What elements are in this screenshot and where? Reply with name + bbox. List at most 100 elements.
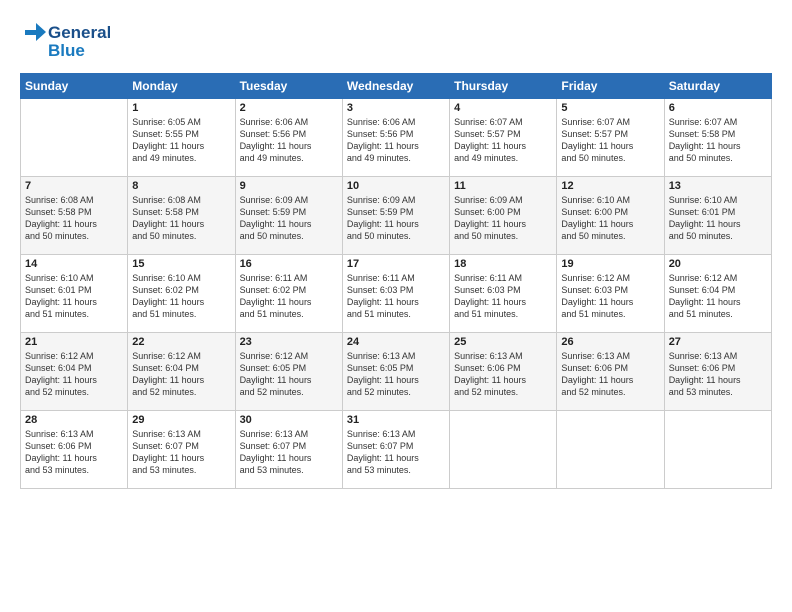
day-cell: 27 Sunrise: 6:13 AM Sunset: 6:06 PM Dayli… [664,333,771,411]
day-number: 14 [25,258,123,270]
day-cell: 24Sunrise: 6:13 AM Sunset: 6:05 PM Dayli… [342,333,449,411]
day-number: 9 [240,180,338,192]
svg-text:Blue: Blue [48,41,85,60]
day-number: 25 [454,336,552,348]
header-cell-saturday: Saturday [664,74,771,99]
day-cell: 26Sunrise: 6:13 AM Sunset: 6:06 PM Dayli… [557,333,664,411]
day-number: 27 [669,336,767,348]
page: GeneralBlue SundayMondayTuesdayWednesday… [0,0,792,612]
day-cell: 3 Sunrise: 6:06 AM Sunset: 5:56 PM Daylig… [342,99,449,177]
day-cell: 6Sunrise: 6:07 AM Sunset: 5:58 PM Daylig… [664,99,771,177]
logo-svg: GeneralBlue [20,18,110,63]
day-info: Sunrise: 6:08 AM Sunset: 5:58 PM Dayligh… [25,194,123,243]
header-cell-thursday: Thursday [450,74,557,99]
day-info: Sunrise: 6:13 AM Sunset: 6:06 PM Dayligh… [669,350,767,399]
day-cell: 13 Sunrise: 6:10 AM Sunset: 6:01 PM Dayli… [664,177,771,255]
header: GeneralBlue [20,18,772,63]
day-info: Sunrise: 6:13 AM Sunset: 6:06 PM Dayligh… [454,350,552,399]
day-number: 8 [132,180,230,192]
day-number: 7 [25,180,123,192]
day-number: 11 [454,180,552,192]
day-cell: 23 Sunrise: 6:12 AM Sunset: 6:05 PM Dayli… [235,333,342,411]
day-number: 3 [347,102,445,114]
day-info: Sunrise: 6:07 AM Sunset: 5:57 PM Dayligh… [454,116,552,165]
week-row-2: 7 Sunrise: 6:08 AM Sunset: 5:58 PM Daylig… [21,177,772,255]
day-cell: 7 Sunrise: 6:08 AM Sunset: 5:58 PM Daylig… [21,177,128,255]
day-info: Sunrise: 6:09 AM Sunset: 5:59 PM Dayligh… [240,194,338,243]
day-cell: 11 Sunrise: 6:09 AM Sunset: 6:00 PM Dayli… [450,177,557,255]
day-info: Sunrise: 6:07 AM Sunset: 5:57 PM Dayligh… [561,116,659,165]
day-info: Sunrise: 6:12 AM Sunset: 6:03 PM Dayligh… [561,272,659,321]
day-cell: 1 Sunrise: 6:05 AM Sunset: 5:55 PM Daylig… [128,99,235,177]
day-info: Sunrise: 6:13 AM Sunset: 6:06 PM Dayligh… [561,350,659,399]
day-number: 12 [561,180,659,192]
day-info: Sunrise: 6:10 AM Sunset: 6:00 PM Dayligh… [561,194,659,243]
day-info: Sunrise: 6:12 AM Sunset: 6:04 PM Dayligh… [669,272,767,321]
day-info: Sunrise: 6:13 AM Sunset: 6:06 PM Dayligh… [25,428,123,477]
day-cell: 16 Sunrise: 6:11 AM Sunset: 6:02 PM Dayli… [235,255,342,333]
day-cell: 8Sunrise: 6:08 AM Sunset: 5:58 PM Daylig… [128,177,235,255]
week-row-5: 28Sunrise: 6:13 AM Sunset: 6:06 PM Dayli… [21,411,772,489]
day-cell: 22 Sunrise: 6:12 AM Sunset: 6:04 PM Dayli… [128,333,235,411]
day-number: 29 [132,414,230,426]
day-number: 1 [132,102,230,114]
svg-text:General: General [48,23,110,42]
calendar-table: SundayMondayTuesdayWednesdayThursdayFrid… [20,73,772,489]
day-info: Sunrise: 6:07 AM Sunset: 5:58 PM Dayligh… [669,116,767,165]
day-info: Sunrise: 6:12 AM Sunset: 6:05 PM Dayligh… [240,350,338,399]
day-number: 20 [669,258,767,270]
day-info: Sunrise: 6:09 AM Sunset: 5:59 PM Dayligh… [347,194,445,243]
day-cell: 2 Sunrise: 6:06 AM Sunset: 5:56 PM Daylig… [235,99,342,177]
day-number: 30 [240,414,338,426]
day-cell: 31Sunrise: 6:13 AM Sunset: 6:07 PM Dayli… [342,411,449,489]
header-row: SundayMondayTuesdayWednesdayThursdayFrid… [21,74,772,99]
day-info: Sunrise: 6:10 AM Sunset: 6:01 PM Dayligh… [25,272,123,321]
day-info: Sunrise: 6:05 AM Sunset: 5:55 PM Dayligh… [132,116,230,165]
day-info: Sunrise: 6:12 AM Sunset: 6:04 PM Dayligh… [25,350,123,399]
day-cell: 21Sunrise: 6:12 AM Sunset: 6:04 PM Dayli… [21,333,128,411]
day-cell [664,411,771,489]
day-number: 5 [561,102,659,114]
header-cell-friday: Friday [557,74,664,99]
day-cell: 17 Sunrise: 6:11 AM Sunset: 6:03 PM Dayli… [342,255,449,333]
day-number: 15 [132,258,230,270]
day-number: 4 [454,102,552,114]
day-cell: 15 Sunrise: 6:10 AM Sunset: 6:02 PM Dayli… [128,255,235,333]
week-row-1: 1 Sunrise: 6:05 AM Sunset: 5:55 PM Daylig… [21,99,772,177]
day-cell: 5 Sunrise: 6:07 AM Sunset: 5:57 PM Daylig… [557,99,664,177]
day-info: Sunrise: 6:10 AM Sunset: 6:02 PM Dayligh… [132,272,230,321]
day-info: Sunrise: 6:13 AM Sunset: 6:07 PM Dayligh… [347,428,445,477]
day-info: Sunrise: 6:13 AM Sunset: 6:07 PM Dayligh… [240,428,338,477]
header-cell-tuesday: Tuesday [235,74,342,99]
day-info: Sunrise: 6:09 AM Sunset: 6:00 PM Dayligh… [454,194,552,243]
day-info: Sunrise: 6:11 AM Sunset: 6:03 PM Dayligh… [347,272,445,321]
day-cell: 19Sunrise: 6:12 AM Sunset: 6:03 PM Dayli… [557,255,664,333]
day-info: Sunrise: 6:12 AM Sunset: 6:04 PM Dayligh… [132,350,230,399]
day-number: 2 [240,102,338,114]
day-info: Sunrise: 6:11 AM Sunset: 6:03 PM Dayligh… [454,272,552,321]
day-cell: 14 Sunrise: 6:10 AM Sunset: 6:01 PM Dayli… [21,255,128,333]
header-cell-monday: Monday [128,74,235,99]
header-cell-sunday: Sunday [21,74,128,99]
day-cell [557,411,664,489]
day-cell: 30 Sunrise: 6:13 AM Sunset: 6:07 PM Dayli… [235,411,342,489]
logo: GeneralBlue [20,18,110,63]
day-number: 24 [347,336,445,348]
week-row-4: 21Sunrise: 6:12 AM Sunset: 6:04 PM Dayli… [21,333,772,411]
day-info: Sunrise: 6:06 AM Sunset: 5:56 PM Dayligh… [347,116,445,165]
day-info: Sunrise: 6:10 AM Sunset: 6:01 PM Dayligh… [669,194,767,243]
day-cell: 4 Sunrise: 6:07 AM Sunset: 5:57 PM Daylig… [450,99,557,177]
day-number: 10 [347,180,445,192]
header-cell-wednesday: Wednesday [342,74,449,99]
day-number: 13 [669,180,767,192]
day-number: 17 [347,258,445,270]
day-cell: 28Sunrise: 6:13 AM Sunset: 6:06 PM Dayli… [21,411,128,489]
day-info: Sunrise: 6:11 AM Sunset: 6:02 PM Dayligh… [240,272,338,321]
day-info: Sunrise: 6:06 AM Sunset: 5:56 PM Dayligh… [240,116,338,165]
day-number: 16 [240,258,338,270]
day-number: 22 [132,336,230,348]
day-cell: 12 Sunrise: 6:10 AM Sunset: 6:00 PM Dayli… [557,177,664,255]
day-cell: 25 Sunrise: 6:13 AM Sunset: 6:06 PM Dayli… [450,333,557,411]
day-cell [21,99,128,177]
day-number: 23 [240,336,338,348]
